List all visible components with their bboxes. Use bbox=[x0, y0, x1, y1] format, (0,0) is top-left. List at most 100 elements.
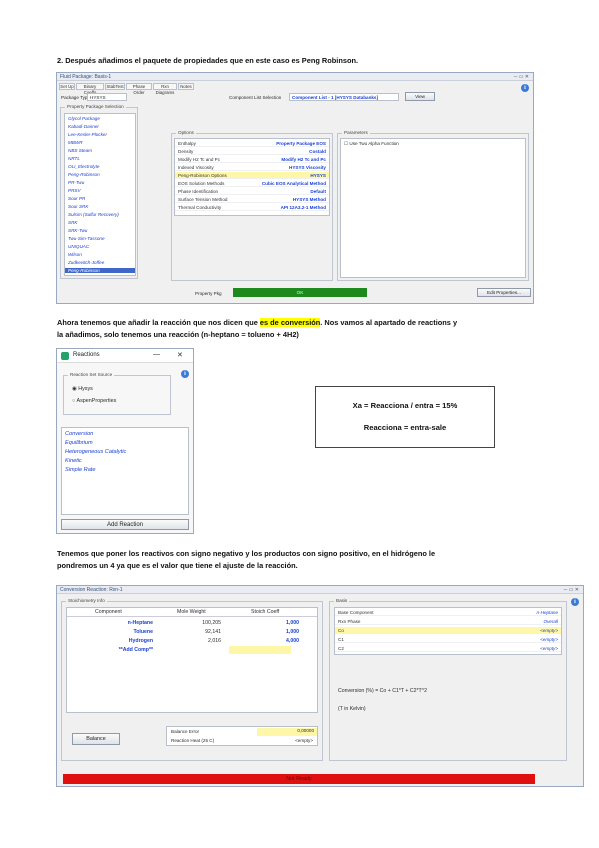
package-type-label: Package Type bbox=[61, 95, 91, 100]
package-item[interactable]: Lee-Kesler-Plocker bbox=[68, 132, 107, 137]
basis-row[interactable]: Base Component n-Heptane bbox=[335, 609, 561, 616]
stoichiometry-table: Component Mole Weight Stoich Coeff n-Hep… bbox=[66, 607, 318, 713]
conversion-window-controls[interactable]: ─ ▭ ✕ bbox=[564, 587, 579, 593]
tab-binary-coeffs[interactable]: Binary Coeffs bbox=[76, 83, 104, 95]
reaction-type-item[interactable]: Conversion bbox=[65, 431, 93, 437]
twu-alpha-checkbox[interactable]: ☐ Use Twu Alpha Function bbox=[344, 141, 399, 147]
tab-rxn-diagrams[interactable]: Rxn Diagrams bbox=[153, 83, 177, 95]
reaction-type-item[interactable]: Equilibrium bbox=[65, 440, 93, 446]
status-bar: OK bbox=[233, 288, 367, 297]
package-item[interactable]: NBS Steam bbox=[68, 148, 92, 153]
parameters-label: Parameters bbox=[342, 130, 370, 135]
stoich-header: Component Mole Weight Stoich Coeff bbox=[67, 608, 317, 617]
stoich-row[interactable]: Hydrogen 2,016 4,000 bbox=[67, 637, 317, 645]
reaction-type-list[interactable]: Conversion Equilibrium Heterogeneous Cat… bbox=[61, 427, 189, 515]
package-item[interactable]: PR-Twu bbox=[68, 180, 84, 185]
fluid-package-title: Fluid Package: Basis-1 bbox=[57, 73, 533, 81]
option-row[interactable]: Indexed Viscosity HYSYS Viscosity bbox=[175, 164, 329, 171]
basis-row-highlight[interactable]: Co <empty> bbox=[335, 627, 561, 634]
basis-group: Basis Base Component n-Heptane Rxn Phase O… bbox=[329, 598, 567, 761]
tab-setup[interactable]: Set Up bbox=[59, 83, 75, 90]
package-type-field[interactable]: HYSYS bbox=[87, 93, 127, 101]
option-row-highlight[interactable]: Peng-Robinson Options HYSYS bbox=[175, 172, 329, 179]
reaction-set-source-group: Reaction Set Source ◉ Hysys ○ AspenPrope… bbox=[63, 372, 171, 415]
reactions-app-icon bbox=[61, 352, 69, 360]
stoichiometry-group: Stoichiometry Info Component Mole Weight… bbox=[61, 598, 323, 761]
fluid-package-window: Fluid Package: Basis-1 ─ ▭ ✕ i Set Up Bi… bbox=[56, 72, 534, 304]
tab-phase-order[interactable]: Phase Order bbox=[126, 83, 152, 95]
radio-aspen[interactable]: ○ AspenProperties bbox=[72, 398, 116, 404]
basis-label: Basis bbox=[334, 598, 350, 603]
option-row[interactable]: Modify H2 Tc and Pc Modify H2 Tc and Pc bbox=[175, 156, 329, 163]
view-button[interactable]: View bbox=[405, 92, 435, 101]
package-item[interactable]: Twu-Sim-Tassone bbox=[68, 236, 105, 241]
option-row[interactable]: Density Costald bbox=[175, 148, 329, 155]
property-package-list[interactable]: Glycol Package Kabadi-Danner Lee-Kesler-… bbox=[64, 113, 136, 276]
conversion-title: Conversion Reaction: Rxn-1 bbox=[57, 586, 583, 594]
paragraph-2-line-2: la añadimos, solo tenemos una reacción (… bbox=[57, 330, 299, 339]
package-item-selected[interactable]: Peng-Robinson bbox=[65, 268, 135, 273]
add-reaction-button[interactable]: Add Reaction bbox=[61, 519, 189, 530]
package-item[interactable]: Kabadi-Danner bbox=[68, 124, 99, 129]
stoich-row[interactable]: Toluene 92,141 1,000 bbox=[67, 628, 317, 636]
reactions-title: Reactions bbox=[73, 352, 100, 358]
basis-table: Base Component n-Heptane Rxn Phase Overall… bbox=[334, 607, 562, 655]
package-item[interactable]: MBWR bbox=[68, 140, 83, 145]
package-item[interactable]: OLI_Electrolyte bbox=[68, 164, 99, 169]
option-row[interactable]: Enthalpy Property Package EOS bbox=[175, 140, 329, 147]
reaction-set-source-label: Reaction Set Source bbox=[68, 372, 115, 377]
tab-stabtest[interactable]: StabTest bbox=[105, 83, 125, 90]
paragraph-1: 2. Después añadimos el paquete de propie… bbox=[57, 56, 359, 65]
close-icon[interactable]: ✕ bbox=[177, 351, 183, 359]
package-item[interactable]: Zudkevitch-Joffee bbox=[68, 260, 104, 265]
property-package-label: Property Package Selection bbox=[65, 104, 126, 109]
option-row[interactable]: Phase Identification Default bbox=[175, 188, 329, 195]
option-row[interactable]: Thermal Conductivity API 12A3.2-1 Method bbox=[175, 204, 329, 211]
paragraph-3-line-2: pondremos un 4 ya que es el valor que ti… bbox=[57, 561, 298, 570]
option-row[interactable]: EOS Solution Methods Cubic EOS Analytical… bbox=[175, 180, 329, 187]
package-item[interactable]: Sulsim (Sulfur Recovery) bbox=[68, 212, 119, 217]
package-item[interactable]: Sour SRK bbox=[68, 204, 88, 209]
stoich-row-add[interactable]: **Add Comp** bbox=[67, 646, 317, 654]
package-item[interactable]: PRSV bbox=[68, 188, 81, 193]
stoich-row[interactable]: n-Heptane 100,205 1,000 bbox=[67, 619, 317, 627]
minimize-icon[interactable]: — bbox=[153, 351, 160, 358]
highlight-conversion: es de conversión bbox=[259, 318, 321, 327]
conversion-status-bar: Not Ready bbox=[63, 774, 535, 784]
window-controls[interactable]: ─ ▭ ✕ bbox=[514, 74, 529, 80]
options-group: Options Enthalpy Property Package EOS Den… bbox=[171, 130, 333, 281]
tab-notes[interactable]: Notes bbox=[178, 83, 194, 90]
stoichiometry-label: Stoichiometry Info bbox=[66, 598, 107, 603]
package-item[interactable]: Sour PR bbox=[68, 196, 85, 201]
reactions-info-icon[interactable]: i bbox=[181, 370, 189, 378]
reaction-type-item[interactable]: Kinetic bbox=[65, 458, 82, 464]
conversion-formula: Conversion (%) = Co + C1*T + C2*T^2 bbox=[338, 688, 427, 694]
property-package-group: Property Package Selection Glycol Packag… bbox=[60, 104, 138, 279]
package-item[interactable]: UNIQUAC bbox=[68, 244, 89, 249]
basis-row[interactable]: C2 <empty> bbox=[335, 645, 561, 652]
package-item[interactable]: SRK-Twu bbox=[68, 228, 87, 233]
reactions-window: Reactions — ✕ i Reaction Set Source ◉ Hy… bbox=[56, 348, 194, 534]
info-icon[interactable]: i bbox=[521, 84, 529, 92]
basis-row[interactable]: C1 <empty> bbox=[335, 636, 561, 643]
edit-properties-button[interactable]: Edit Properties... bbox=[477, 288, 531, 297]
balance-button[interactable]: Balance bbox=[72, 733, 120, 745]
component-list-select[interactable]: Component List - 1 [HYSYS Databanks] bbox=[289, 93, 399, 101]
paragraph-3-line-1: Tenemos que poner los reactivos con sign… bbox=[57, 549, 436, 558]
package-item[interactable]: Peng-Robinson bbox=[68, 172, 100, 177]
temperature-units: (T in Kelvin) bbox=[338, 706, 366, 712]
radio-hysys[interactable]: ◉ Hysys bbox=[72, 386, 93, 392]
package-item[interactable]: NRTL bbox=[68, 156, 80, 161]
option-row[interactable]: Surface Tension Method HYSYS Method bbox=[175, 196, 329, 203]
add-comp-coeff-cell[interactable] bbox=[229, 646, 291, 654]
reaction-type-item[interactable]: Simple Rate bbox=[65, 467, 95, 473]
reaction-type-item[interactable]: Heterogeneous Catalytic bbox=[65, 449, 126, 455]
package-item[interactable]: Glycol Package bbox=[68, 116, 100, 121]
equation-line-2: Reacciona = entra-sale bbox=[363, 423, 447, 432]
options-label: Options bbox=[176, 130, 196, 135]
package-item[interactable]: Wilson bbox=[68, 252, 82, 257]
conversion-info-icon[interactable]: i bbox=[571, 598, 579, 606]
package-item[interactable]: SRK bbox=[68, 220, 77, 225]
component-list-label: Component List Selection bbox=[229, 95, 282, 100]
basis-row[interactable]: Rxn Phase Overall bbox=[335, 618, 561, 625]
